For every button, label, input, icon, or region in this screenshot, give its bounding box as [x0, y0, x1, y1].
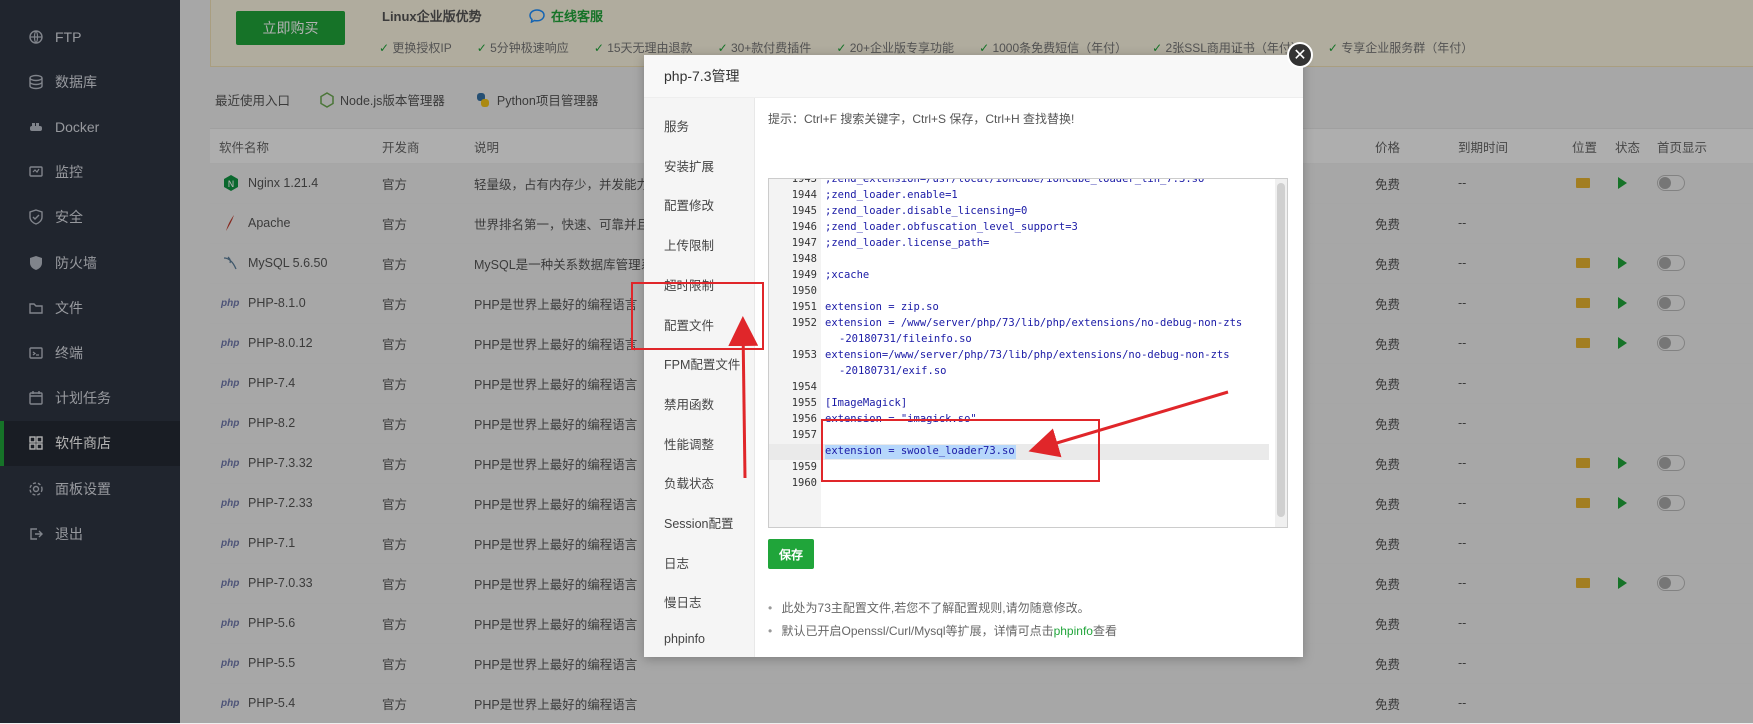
- annotation-arrow-up: [728, 316, 759, 479]
- annotation-arrows: [728, 316, 1229, 479]
- annotation-arrow-left: [1028, 390, 1229, 458]
